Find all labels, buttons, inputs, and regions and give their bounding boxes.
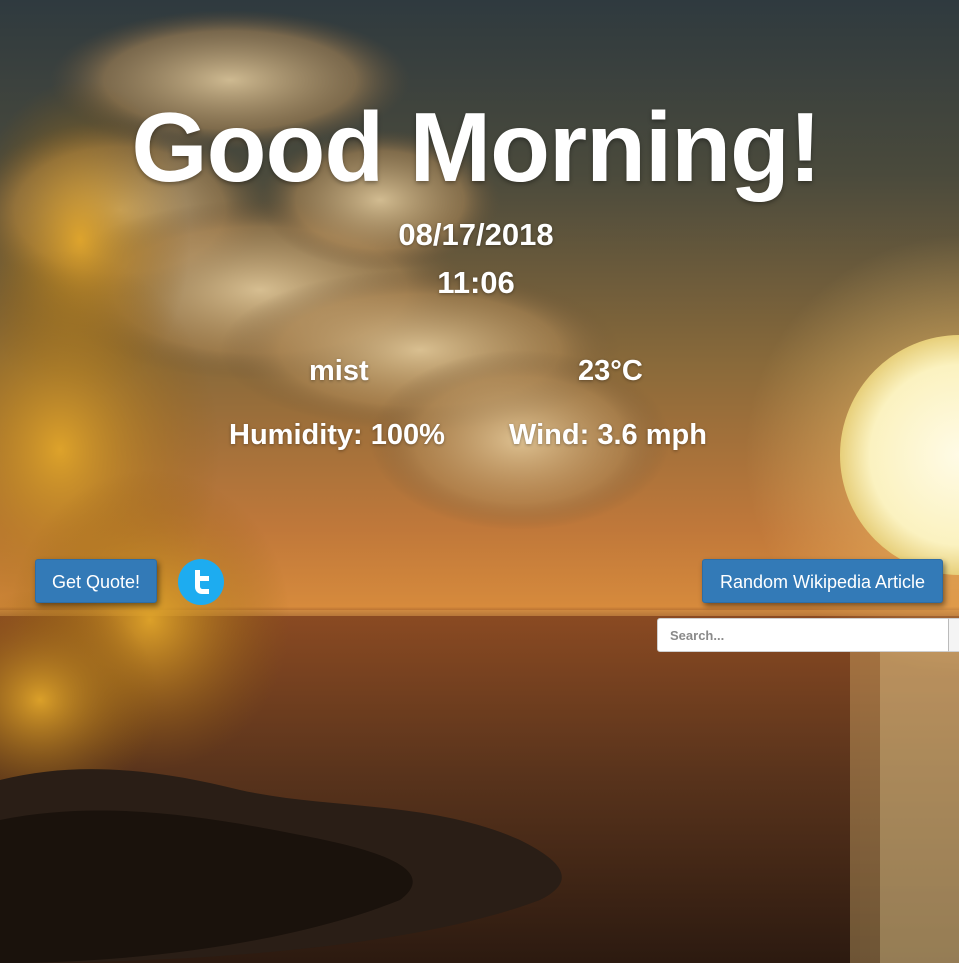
date-display: 08/17/2018: [398, 217, 554, 252]
twitter-icon: [195, 570, 209, 594]
weather-humidity: Humidity: 100%: [229, 419, 445, 451]
search-button[interactable]: [948, 618, 959, 652]
time-display: 11:06: [437, 265, 515, 300]
weather-condition: mist: [309, 355, 369, 387]
twitter-share-button[interactable]: [178, 559, 224, 605]
search-input[interactable]: [657, 618, 949, 652]
weather-wind: Wind: 3.6 mph: [509, 419, 707, 451]
weather-temperature: 23°C: [578, 355, 643, 387]
random-wikipedia-article-button[interactable]: Random Wikipedia Article: [702, 559, 943, 603]
get-quote-button[interactable]: Get Quote!: [35, 559, 157, 603]
greeting-heading: Good Morning!: [131, 92, 821, 202]
